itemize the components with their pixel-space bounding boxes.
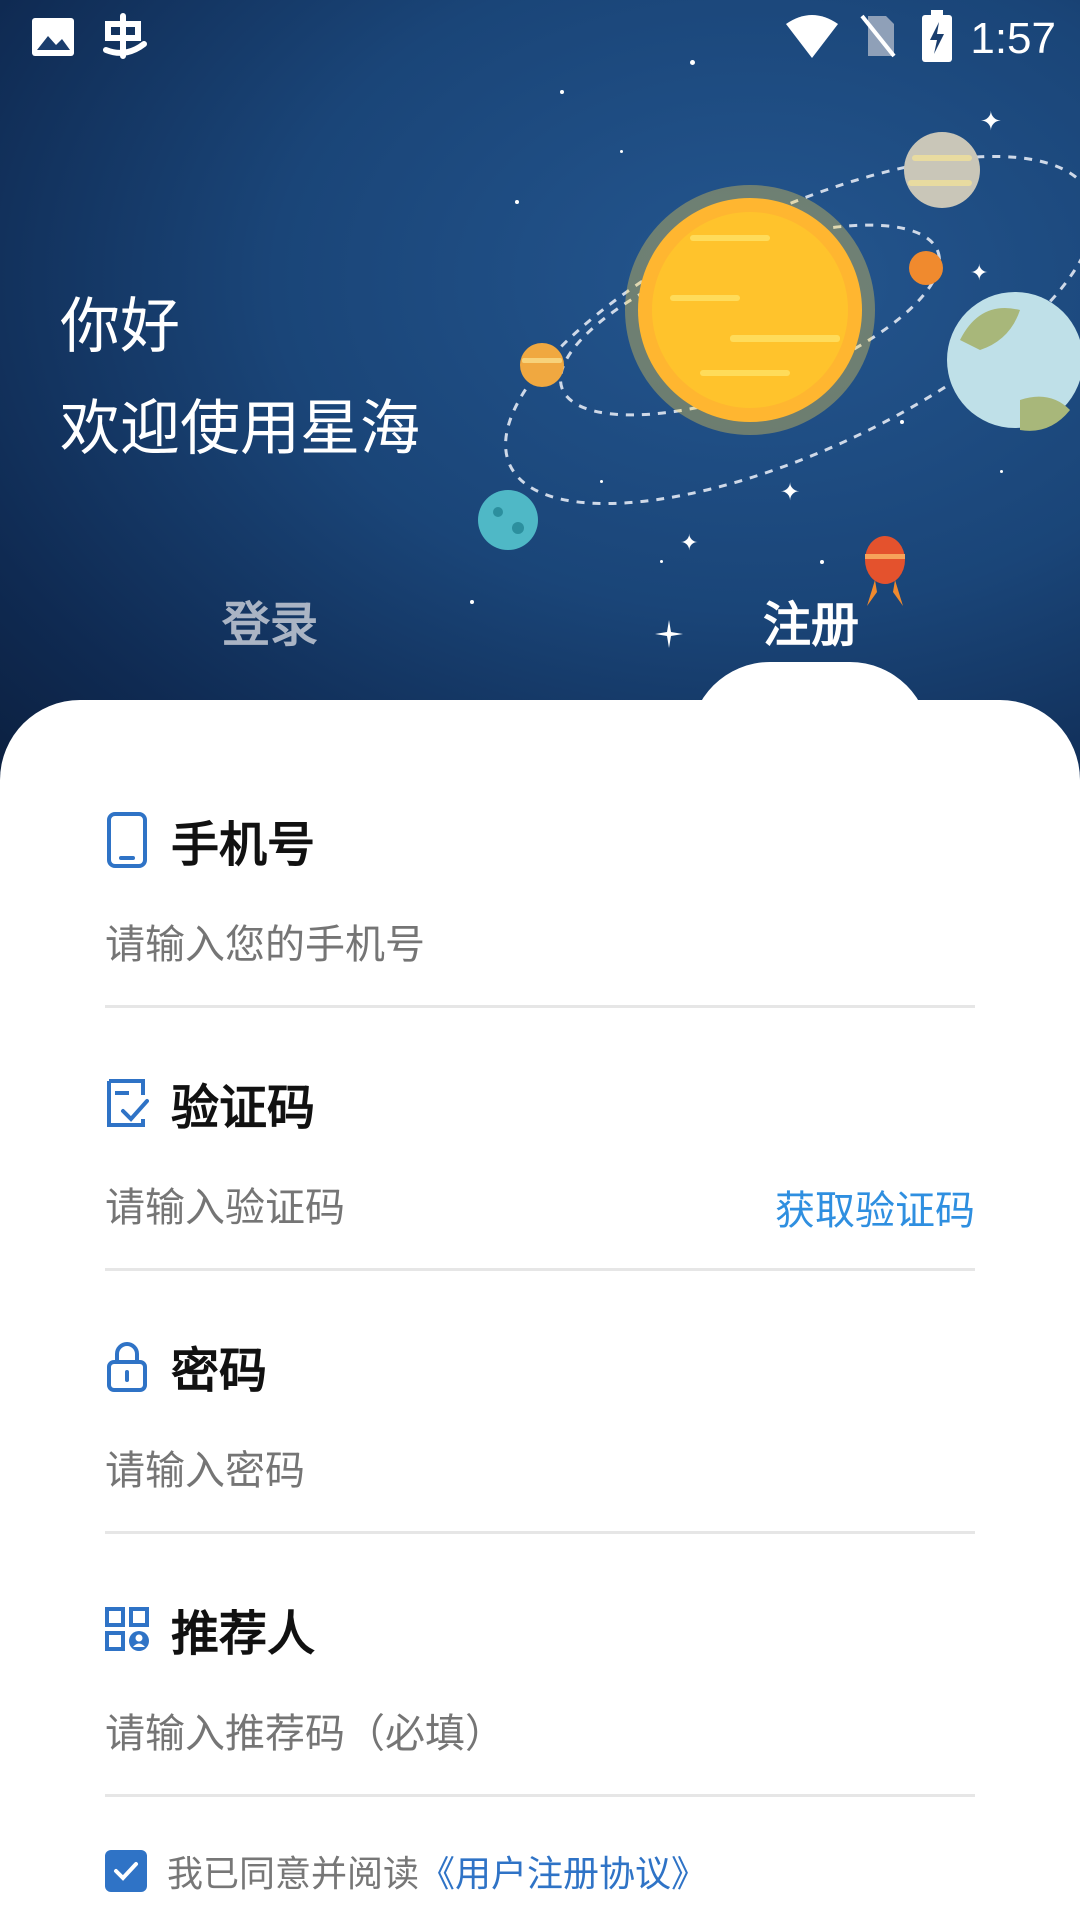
lock-icon (107, 1342, 147, 1392)
tab-register[interactable]: 注册 (763, 585, 859, 655)
password-input[interactable] (105, 1441, 975, 1501)
agreement-row: 我已同意并阅读 《用户注册协议》 (105, 1845, 707, 1897)
svg-text:✦: ✦ (970, 261, 988, 286)
status-bar: 1:57 (0, 0, 1080, 80)
agreement-checkbox[interactable] (105, 1850, 147, 1892)
status-time: 1:57 (970, 14, 1056, 63)
no-sim-icon (860, 14, 896, 58)
welcome-text: 欢迎使用星海 (60, 394, 420, 464)
svg-text:✦: ✦ (680, 531, 698, 556)
referrer-field-group: 推荐人 (105, 1594, 975, 1797)
verify-code-icon (107, 1079, 149, 1127)
greeting-text: 你好 (60, 292, 180, 362)
agreement-text: 我已同意并阅读 (167, 1854, 420, 1895)
divider (105, 1794, 975, 1797)
divider (105, 1531, 975, 1534)
app-icon (103, 13, 147, 59)
referrer-label: 推荐人 (171, 1606, 316, 1662)
phone-label: 手机号 (171, 817, 316, 873)
phone-field-group: 手机号 (105, 805, 975, 1008)
code-field-group: 验证码 获取验证码 (105, 1068, 975, 1271)
referrer-input[interactable] (105, 1704, 975, 1764)
image-icon (32, 18, 74, 56)
password-field-group: 密码 (105, 1331, 975, 1534)
star (560, 90, 564, 94)
phone-input[interactable] (105, 915, 975, 975)
code-label: 验证码 (171, 1080, 316, 1136)
svg-text:✦: ✦ (980, 107, 1002, 137)
agreement-link[interactable]: 《用户注册协议》 (419, 1845, 707, 1897)
check-icon (114, 1862, 138, 1881)
qr-user-icon (105, 1607, 149, 1651)
divider (105, 1268, 975, 1271)
battery-charging-icon (922, 10, 952, 62)
code-input[interactable] (105, 1178, 705, 1238)
tab-login[interactable]: 登录 (222, 585, 318, 655)
divider (105, 1005, 975, 1008)
sparkle-icon (655, 620, 683, 648)
get-code-button[interactable]: 获取验证码 (775, 1178, 975, 1236)
wifi-icon (786, 15, 838, 58)
svg-text:✦: ✦ (780, 478, 800, 506)
password-label: 密码 (171, 1343, 268, 1399)
phone-icon (107, 812, 147, 868)
solar-system-illustration: ✦ ✦ ✦ ✦ (478, 107, 1080, 606)
